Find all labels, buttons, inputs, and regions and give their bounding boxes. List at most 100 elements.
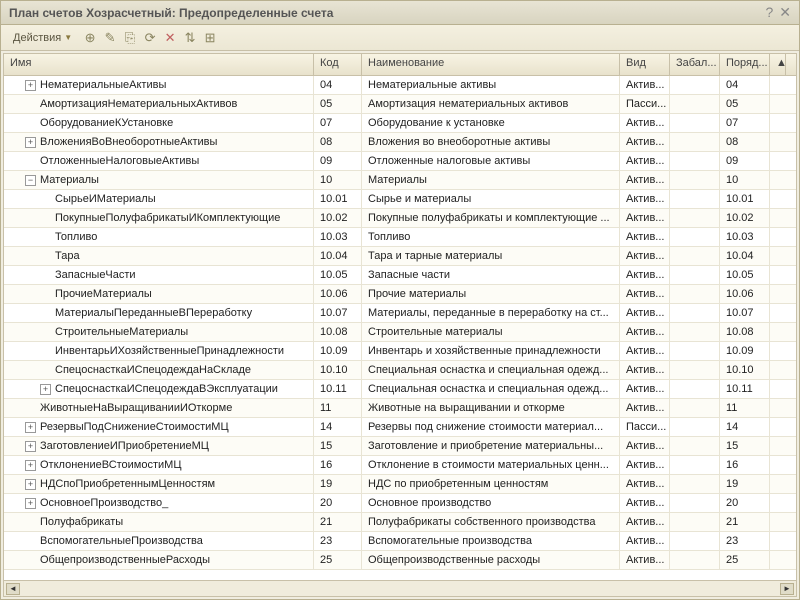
copy-icon[interactable]: ⎘ [122, 30, 138, 46]
edit-icon[interactable]: ✎ [102, 30, 118, 46]
collapse-icon[interactable]: − [25, 175, 36, 186]
cell-code: 09 [314, 152, 362, 170]
cell-desc: Инвентарь и хозяйственные принадлежности [362, 342, 620, 360]
horizontal-scrollbar[interactable]: ◄ ► [4, 580, 796, 596]
cell-code: 07 [314, 114, 362, 132]
table-row[interactable]: +ВложенияВоВнеоборотныеАктивы08Вложения … [4, 133, 796, 152]
cell-zabal [670, 133, 720, 151]
scroll-left-icon[interactable]: ◄ [6, 583, 20, 595]
close-icon[interactable]: ✕ [779, 4, 791, 21]
table-row[interactable]: ЗапасныеЧасти10.05Запасные частиАктив...… [4, 266, 796, 285]
cell-name: МатериалыПереданныеВПереработку [4, 304, 314, 322]
cell-kind: Актив... [620, 114, 670, 132]
table-row[interactable]: МатериалыПереданныеВПереработку10.07Мате… [4, 304, 796, 323]
header-name[interactable]: Имя [4, 54, 314, 75]
header-zabal[interactable]: Забал... [670, 54, 720, 75]
row-name: СпецоснасткаИСпецодеждаВЭксплуатации [55, 383, 278, 395]
cell-desc: Сырье и материалы [362, 190, 620, 208]
cell-desc: Заготовление и приобретение материальны.… [362, 437, 620, 455]
expand-icon[interactable]: + [25, 137, 36, 148]
cell-order: 25 [720, 551, 770, 569]
table-row[interactable]: ОтложенныеНалоговыеАктивы09Отложенные на… [4, 152, 796, 171]
cell-zabal [670, 247, 720, 265]
scroll-right-icon[interactable]: ► [780, 583, 794, 595]
cell-desc: Строительные материалы [362, 323, 620, 341]
cell-code: 10.07 [314, 304, 362, 322]
cell-kind: Актив... [620, 171, 670, 189]
cell-desc: Нематериальные активы [362, 76, 620, 94]
table-row[interactable]: СырьеИМатериалы10.01Сырье и материалыАкт… [4, 190, 796, 209]
cell-name: СпецоснасткаИСпецодеждаНаСкладе [4, 361, 314, 379]
cell-kind: Актив... [620, 342, 670, 360]
grid-body[interactable]: +НематериальныеАктивы04Нематериальные ак… [4, 76, 796, 580]
cell-desc: Вложения во внеоборотные активы [362, 133, 620, 151]
table-row[interactable]: Полуфабрикаты21Полуфабрикаты собственног… [4, 513, 796, 532]
table-row[interactable]: ПокупныеПолуфабрикатыИКомплектующие10.02… [4, 209, 796, 228]
cell-zabal [670, 114, 720, 132]
table-row[interactable]: ИнвентарьИХозяйственныеПринадлежности10.… [4, 342, 796, 361]
actions-menu[interactable]: Действия ▼ [7, 30, 78, 46]
cell-order: 10.03 [720, 228, 770, 246]
cell-name: АмортизацияНематериальныхАктивов [4, 95, 314, 113]
table-row[interactable]: +ОтклонениеВСтоимостиМЦ16Отклонение в ст… [4, 456, 796, 475]
cell-desc: Топливо [362, 228, 620, 246]
cell-zabal [670, 513, 720, 531]
table-row[interactable]: Топливо10.03ТопливоАктив...10.03 [4, 228, 796, 247]
cell-kind: Пасси... [620, 418, 670, 436]
row-name: ОборудованиеКУстановке [40, 117, 173, 129]
table-row[interactable]: АмортизацияНематериальныхАктивов 05 Аморти… [4, 95, 796, 114]
table-row[interactable]: +НематериальныеАктивы04Нематериальные ак… [4, 76, 796, 95]
tree-icon[interactable]: ⊞ [202, 30, 218, 46]
cell-zabal [670, 228, 720, 246]
expand-icon[interactable]: + [40, 384, 51, 395]
cell-code: 16 [314, 456, 362, 474]
cell-order: 14 [720, 418, 770, 436]
table-row[interactable]: ЖивотныеНаВыращиванииИОткорме11Животные … [4, 399, 796, 418]
expand-icon[interactable]: + [25, 498, 36, 509]
table-row[interactable]: −Материалы10МатериалыАктив...10 [4, 171, 796, 190]
table-row[interactable]: ПрочиеМатериалы10.06Прочие материалыАкти… [4, 285, 796, 304]
expand-icon[interactable]: + [25, 80, 36, 91]
cell-desc: Амортизация нематериальных активов [362, 95, 620, 113]
cell-code: 10.08 [314, 323, 362, 341]
cell-order: 10.10 [720, 361, 770, 379]
header-order[interactable]: Поряд... [720, 54, 770, 75]
move-icon[interactable]: ⇅ [182, 30, 198, 46]
cell-desc: Материалы [362, 171, 620, 189]
expand-icon[interactable]: + [25, 441, 36, 452]
window-title: План счетов Хозрасчетный: Предопределенн… [9, 6, 333, 20]
header-kind[interactable]: Вид [620, 54, 670, 75]
cell-name: ОборудованиеКУстановке [4, 114, 314, 132]
table-row[interactable]: +СпецоснасткаИСпецодеждаВЭксплуатации10.… [4, 380, 796, 399]
table-row[interactable]: СпецоснасткаИСпецодеждаНаСкладе10.10Спец… [4, 361, 796, 380]
table-row[interactable]: ОбщепроизводственныеРасходы25Общепроизво… [4, 551, 796, 570]
cell-zabal [670, 209, 720, 227]
cell-code: 10.09 [314, 342, 362, 360]
table-row[interactable]: +НДСпоПриобретеннымЦенностям19НДС по при… [4, 475, 796, 494]
refresh-icon[interactable]: ⟳ [142, 30, 158, 46]
cell-kind: Актив... [620, 228, 670, 246]
expand-icon[interactable]: + [25, 422, 36, 433]
table-row[interactable]: Тара10.04Тара и тарные материалыАктив...… [4, 247, 796, 266]
cell-kind: Актив... [620, 152, 670, 170]
header-desc[interactable]: Наименование [362, 54, 620, 75]
add-icon[interactable]: ⊕ [82, 30, 98, 46]
table-row[interactable]: +ЗаготовлениеИПриобретениеМЦ15Заготовлен… [4, 437, 796, 456]
cell-desc: Резервы под снижение стоимости материал.… [362, 418, 620, 436]
row-name: ВложенияВоВнеоборотныеАктивы [40, 136, 217, 148]
table-row[interactable]: ОборудованиеКУстановке07Оборудование к у… [4, 114, 796, 133]
cell-zabal [670, 95, 720, 113]
table-row[interactable]: СтроительныеМатериалы10.08Строительные м… [4, 323, 796, 342]
table-row[interactable]: +РезервыПодСнижениеСтоимостиМЦ14Резервы … [4, 418, 796, 437]
delete-icon[interactable]: ✕ [162, 30, 178, 46]
cell-name: ПокупныеПолуфабрикатыИКомплектующие [4, 209, 314, 227]
cell-zabal [670, 475, 720, 493]
header-code[interactable]: Код [314, 54, 362, 75]
table-row[interactable]: +ОсновноеПроизводство_20Основное произво… [4, 494, 796, 513]
expand-icon[interactable]: + [25, 460, 36, 471]
table-row[interactable]: ВспомогательныеПроизводства23Вспомогател… [4, 532, 796, 551]
help-icon[interactable]: ? [765, 4, 773, 21]
expand-icon[interactable]: + [25, 479, 36, 490]
cell-order: 19 [720, 475, 770, 493]
cell-order: 05 [720, 95, 770, 113]
